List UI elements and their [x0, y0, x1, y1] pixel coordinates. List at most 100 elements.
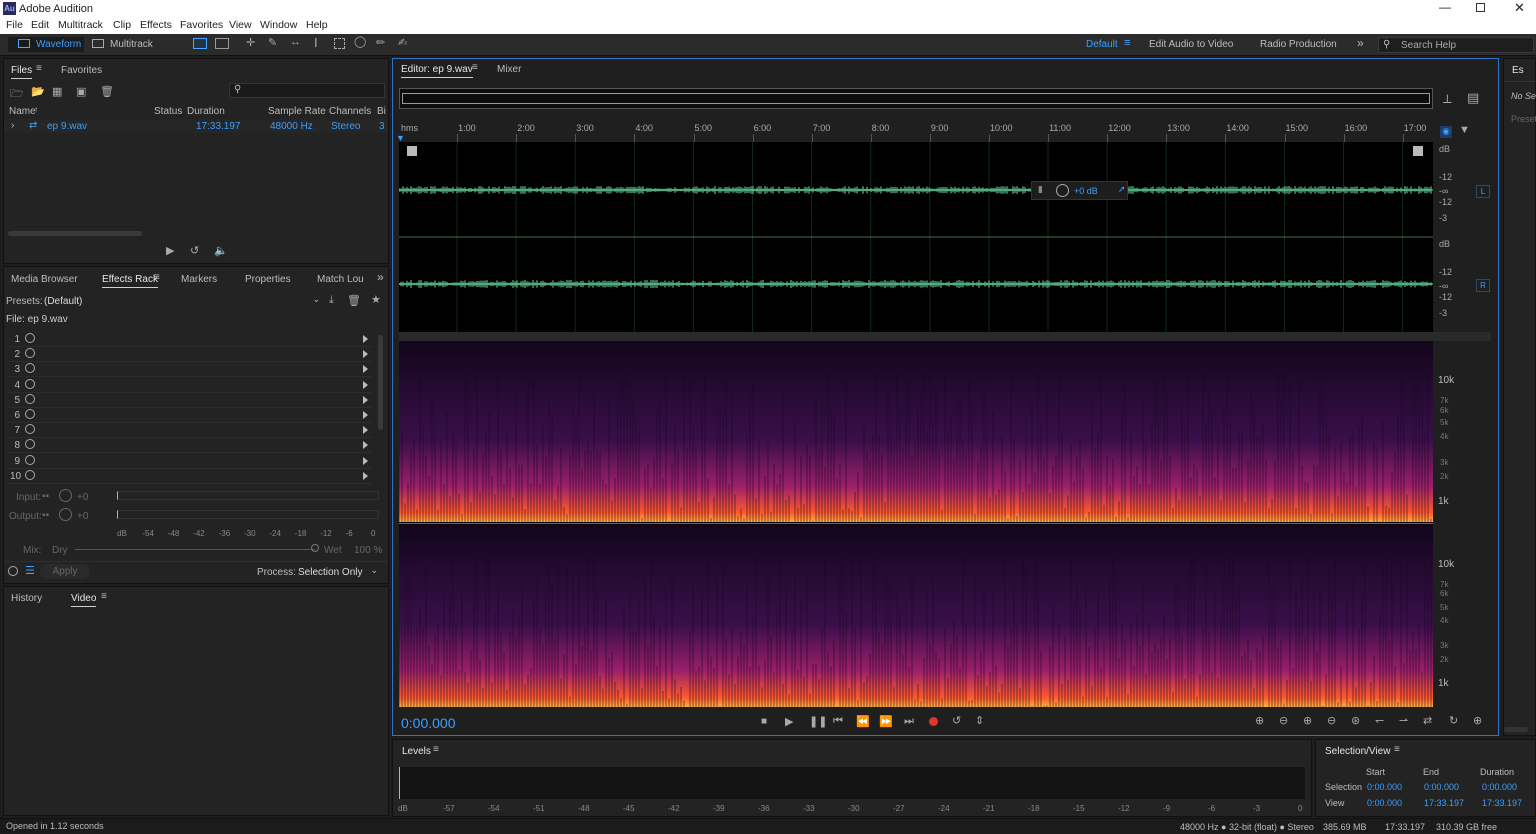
record-icon[interactable]	[929, 717, 938, 726]
slot-arrow-icon[interactable]	[363, 441, 368, 450]
marquee-tool-icon[interactable]	[334, 38, 345, 49]
slot-arrow-icon[interactable]	[363, 335, 368, 343]
import-file-icon[interactable]: 📂	[31, 85, 45, 98]
tab-mixer[interactable]: Mixer	[497, 64, 521, 75]
save-preset-icon[interactable]: ⤓	[329, 294, 334, 307]
open-file-icon[interactable]: 🗁	[10, 85, 24, 104]
effect-slot[interactable]: 5	[8, 393, 372, 408]
overview-view-range[interactable]	[402, 93, 1430, 104]
headphones-icon[interactable]: ◉	[1440, 126, 1452, 138]
zoom-in-at-end-icon[interactable]: ⇀	[1399, 714, 1408, 727]
col-name[interactable]: Name	[9, 106, 36, 117]
slot-arrow-icon[interactable]	[363, 456, 368, 465]
overview-bar[interactable]	[399, 88, 1433, 109]
fade-in-handle[interactable]	[407, 146, 417, 156]
favorite-star-icon[interactable]: ★	[371, 293, 381, 306]
effect-slot[interactable]: 8	[8, 438, 372, 454]
list-icon[interactable]: ☰	[25, 564, 35, 577]
new-file-icon[interactable]: ▦	[52, 85, 62, 98]
power-icon[interactable]	[25, 393, 35, 404]
play-icon[interactable]: ▶	[785, 715, 793, 728]
pause-icon[interactable]: ❚❚	[809, 715, 827, 728]
go-to-start-icon[interactable]: ⏮	[833, 715, 843, 728]
loop-preview-icon[interactable]: ↺	[190, 244, 199, 257]
power-icon[interactable]	[25, 439, 35, 450]
panel-menu-icon[interactable]: ≡	[433, 744, 439, 755]
slot-arrow-icon[interactable]	[363, 365, 368, 374]
apply-button[interactable]: Apply	[40, 564, 90, 579]
slip-tool-icon[interactable]: ↔	[290, 36, 301, 48]
tab-video[interactable]: Video	[71, 593, 97, 607]
waveform-display-icon[interactable]	[215, 38, 229, 49]
rack-power-icon[interactable]	[8, 566, 18, 576]
razor-tool-icon[interactable]: ✎	[268, 36, 277, 49]
workspace-radio-production[interactable]: Radio Production	[1260, 39, 1337, 50]
more-tabs-icon[interactable]: »	[377, 270, 384, 284]
pin-icon[interactable]: ▼	[1459, 124, 1470, 136]
spectral-display[interactable]	[399, 341, 1433, 707]
menu-multitrack[interactable]: Multitrack	[58, 19, 103, 31]
files-search-field[interactable]: ⚲	[229, 83, 385, 98]
tab-markers[interactable]: Markers	[181, 274, 217, 285]
slot-arrow-icon[interactable]	[363, 411, 368, 419]
lasso-tool-icon[interactable]: ◯	[354, 35, 366, 48]
process-dropdown[interactable]: Selection Only ⌄	[295, 564, 381, 579]
autoplay-speaker-icon[interactable]: 🔈	[214, 244, 228, 257]
power-icon[interactable]	[25, 409, 35, 419]
spectral-view-icon[interactable]	[193, 38, 207, 49]
tab-favorites[interactable]: Favorites	[61, 65, 102, 76]
output-knob[interactable]	[59, 508, 72, 521]
effect-slot[interactable]: 10	[8, 469, 372, 484]
more-workspaces-icon[interactable]: »	[1357, 36, 1364, 50]
tab-editor[interactable]: Editor: ep 9.wav	[401, 64, 473, 78]
selection-start[interactable]: 0:00.000	[1367, 782, 1402, 792]
input-knob[interactable]	[59, 489, 72, 502]
effect-slot[interactable]: 2	[8, 347, 372, 363]
slot-arrow-icon[interactable]	[363, 395, 368, 404]
minimize-icon[interactable]: —	[1439, 0, 1451, 14]
power-icon[interactable]	[25, 363, 35, 374]
menu-effects[interactable]: Effects	[140, 19, 172, 31]
panel-menu-icon[interactable]: ≡	[36, 63, 42, 74]
tab-history[interactable]: History	[11, 593, 42, 604]
power-icon[interactable]	[25, 348, 35, 359]
tab-match-loudness[interactable]: Match Lou	[317, 274, 364, 285]
power-icon[interactable]	[25, 424, 35, 435]
effect-slot[interactable]: 3	[8, 362, 372, 378]
time-selection-tool-icon[interactable]: I	[314, 35, 318, 50]
insert-multitrack-icon[interactable]: ▣	[76, 85, 86, 98]
menu-help[interactable]: Help	[306, 19, 328, 31]
mix-slider[interactable]	[75, 549, 315, 550]
tab-media-browser[interactable]: Media Browser	[11, 274, 78, 285]
panel-menu-icon[interactable]: ≡	[101, 591, 107, 602]
overview-menu-icon[interactable]: ▤	[1467, 90, 1479, 106]
slot-arrow-icon[interactable]	[363, 380, 368, 389]
slot-arrow-icon[interactable]	[363, 426, 368, 435]
power-icon[interactable]	[25, 333, 35, 343]
zoom-to-selection-icon[interactable]: ⇄	[1423, 714, 1432, 727]
time-ruler[interactable]: hms 1:00 2:00 3:00 4:00 5:00 6:00 7:00 8:00 9:00 1…	[396, 123, 1433, 143]
zoom-out-full-icon[interactable]: ⊛	[1351, 714, 1360, 727]
current-time[interactable]: 0:00.000	[401, 715, 456, 731]
effect-slot[interactable]: 1	[8, 332, 372, 347]
loop-playback-icon[interactable]: ↺	[952, 714, 961, 727]
menu-clip[interactable]: Clip	[113, 19, 131, 31]
presets-dropdown[interactable]: (Default) ⌄	[41, 293, 323, 308]
workspace-edit-audio-to-video[interactable]: Edit Audio to Video	[1149, 39, 1233, 50]
zoom-out-time-icon[interactable]: ⊖	[1327, 714, 1336, 727]
zoom-reset-icon[interactable]: ⟂	[1443, 91, 1452, 107]
go-to-end-icon[interactable]: ⏭	[904, 715, 914, 728]
skip-selection-icon[interactable]: ⇕	[975, 714, 984, 727]
zoom-to-frequency-icon[interactable]: ⊕	[1473, 714, 1482, 727]
power-icon[interactable]	[25, 378, 35, 389]
delete-file-icon[interactable]: 🗑	[100, 85, 114, 98]
move-tool-icon[interactable]: ✛	[246, 36, 255, 49]
col-status[interactable]: Status	[154, 106, 182, 117]
tab-files[interactable]: Files	[11, 65, 33, 79]
zoom-in-at-start-icon[interactable]: ↽	[1375, 714, 1384, 727]
zoom-out-amplitude-icon[interactable]: ⊖	[1279, 714, 1288, 727]
files-hscrollbar[interactable]	[8, 231, 142, 236]
menu-file[interactable]: File	[6, 19, 23, 31]
effect-slot[interactable]: 4	[8, 378, 372, 393]
effect-slot[interactable]: 9	[8, 454, 372, 469]
